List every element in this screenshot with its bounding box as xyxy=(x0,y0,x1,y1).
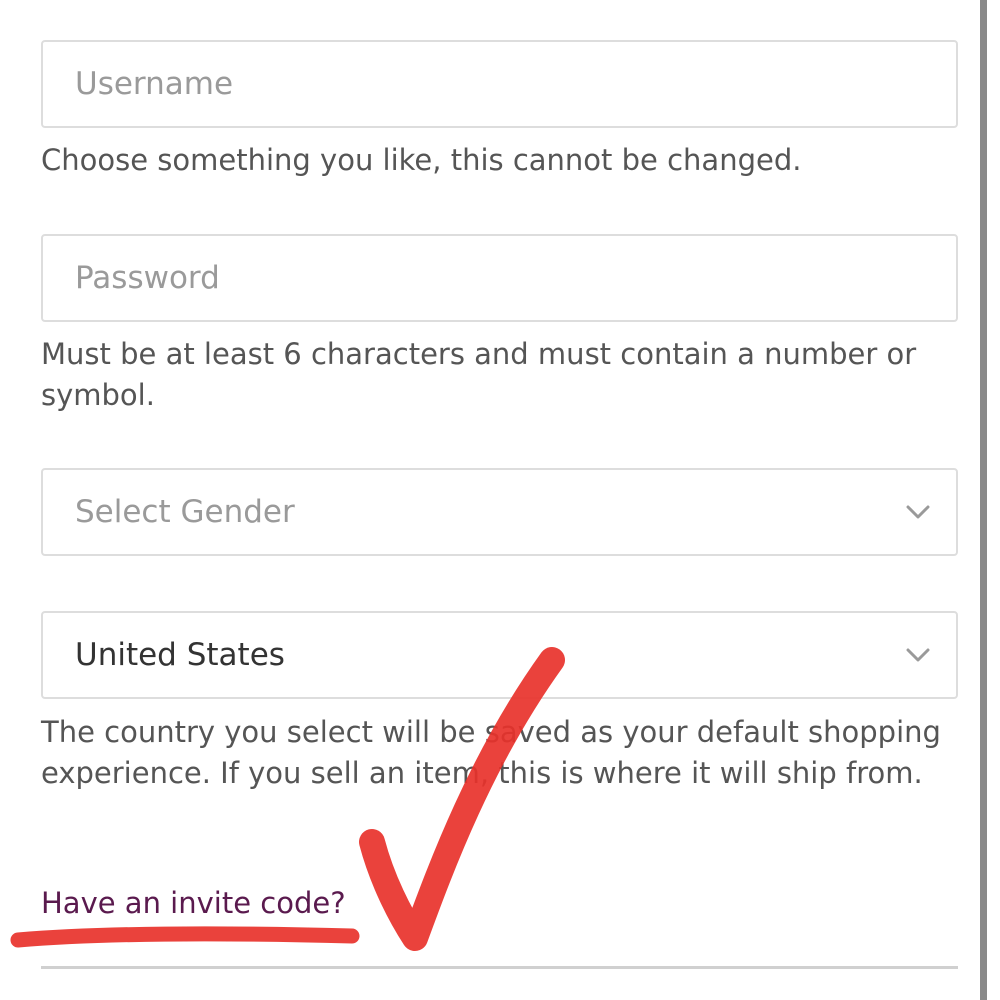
chevron-down-icon xyxy=(906,505,930,519)
password-placeholder: Password xyxy=(75,260,220,296)
signup-form: Username Choose something you like, this… xyxy=(0,0,1000,1000)
country-select[interactable]: United States xyxy=(41,611,958,699)
password-helper-text: Must be at least 6 characters and must c… xyxy=(41,337,917,412)
chevron-down-icon xyxy=(906,648,930,662)
username-helper-text: Choose something you like, this cannot b… xyxy=(41,143,802,177)
country-helper-text: The country you select will be saved as … xyxy=(41,715,941,790)
gender-select[interactable]: Select Gender xyxy=(41,468,958,556)
divider xyxy=(41,966,958,969)
gender-selected-value: Select Gender xyxy=(75,494,295,530)
country-selected-value: United States xyxy=(75,637,285,673)
password-input[interactable]: Password xyxy=(41,234,958,322)
username-input[interactable]: Username xyxy=(41,40,958,128)
invite-code-link[interactable]: Have an invite code? xyxy=(41,883,346,924)
checkmark-stroke xyxy=(359,647,565,951)
scrollbar[interactable] xyxy=(980,0,987,1000)
underline-stroke xyxy=(10,926,360,948)
username-placeholder: Username xyxy=(75,66,234,102)
